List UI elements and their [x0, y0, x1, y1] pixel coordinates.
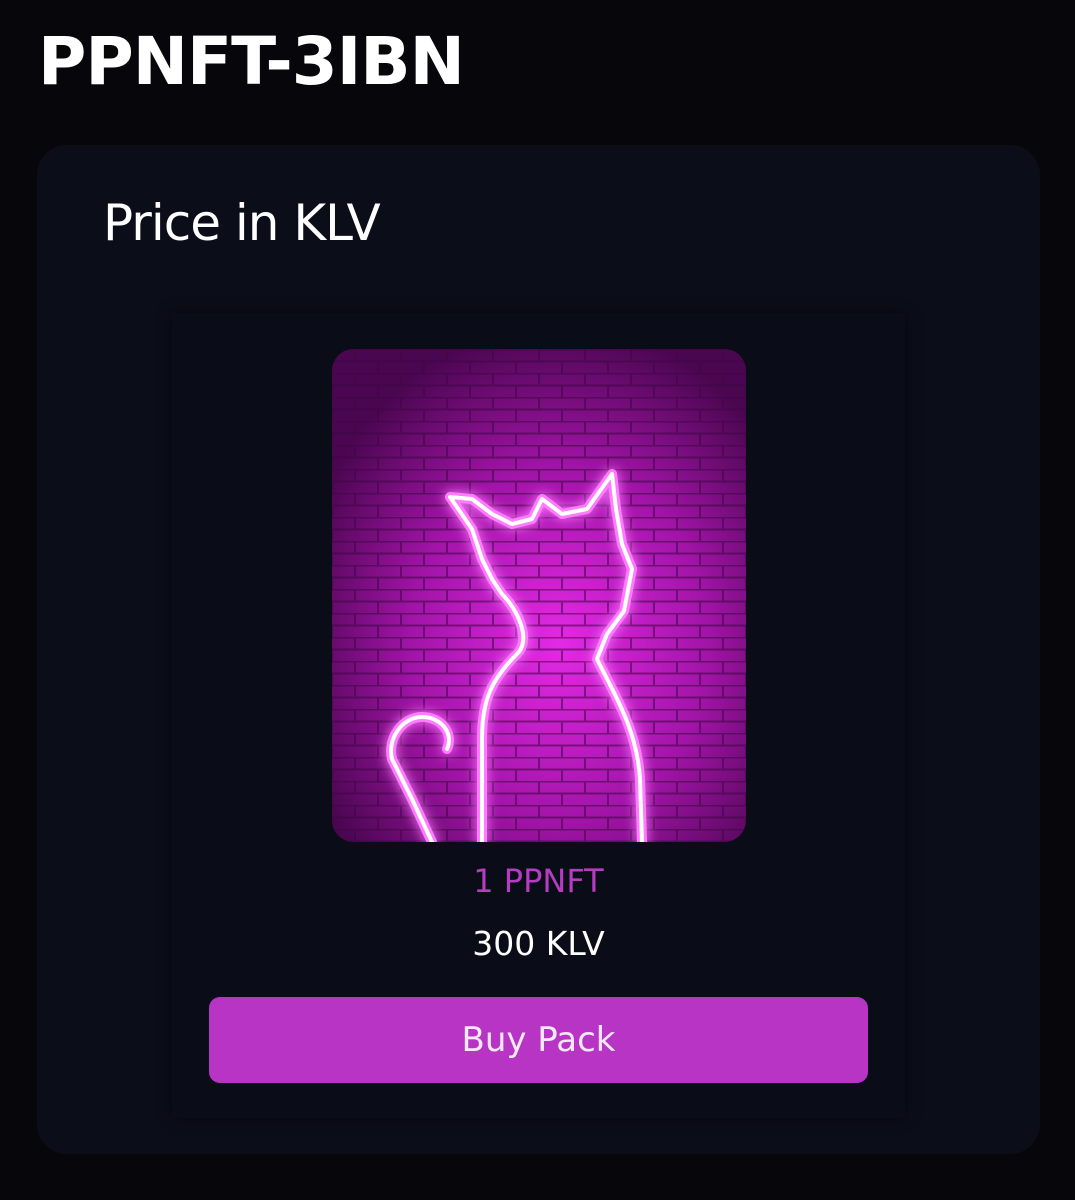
page-title: PPNFT-3IBN: [38, 23, 465, 100]
price-card: Price in KLV 1 PPNFT 300 KLV Buy Pack: [37, 145, 1040, 1154]
pack-image: [332, 349, 746, 842]
pack-price: 300 KLV: [472, 924, 605, 963]
pack-card: 1 PPNFT 300 KLV Buy Pack: [172, 313, 905, 1118]
section-heading: Price in KLV: [103, 194, 381, 252]
neon-cat-icon: [332, 349, 746, 842]
pack-quantity: 1 PPNFT: [473, 862, 604, 900]
buy-pack-button[interactable]: Buy Pack: [209, 997, 868, 1083]
